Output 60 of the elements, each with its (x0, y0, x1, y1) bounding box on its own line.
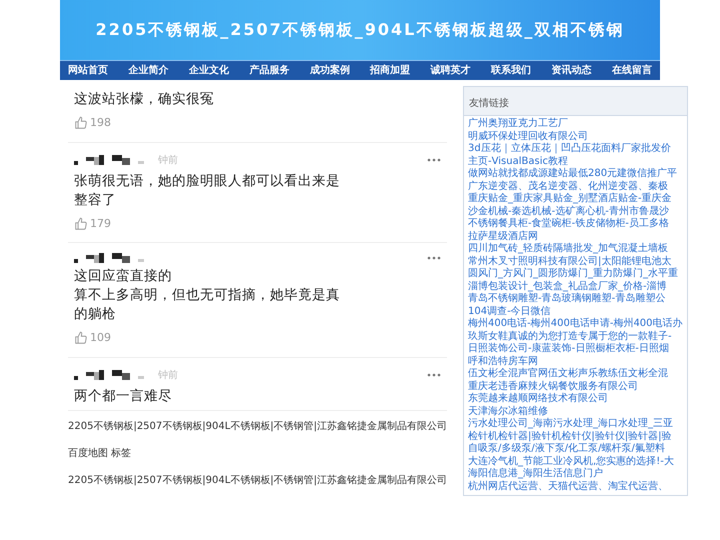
like-count: 179 (90, 216, 111, 232)
nav-link[interactable]: 企业简介 (128, 63, 168, 78)
friend-link[interactable]: 做网站就找都成源建站最低280元建微信推广平 (468, 168, 683, 180)
friend-link[interactable]: 四川加气砖_轻质砖隔墙批发_加气混凝土墙板 (468, 243, 683, 256)
friend-link[interactable]: 伍文彬全混声官网伍文彬声乐教练伍文彬全混 (468, 368, 683, 380)
friend-link[interactable]: 重庆老违香麻辣火锅餐饮服务有限公司 (468, 380, 683, 393)
site-title: 2205不锈钢板_2507不锈钢板_904L不锈钢板超级_双相不锈钢 (96, 19, 624, 41)
thumbs-up-icon[interactable] (74, 216, 88, 231)
friend-link[interactable]: 沙金机械-秦选机械-选矿离心机-青州市鲁晟沙 (468, 206, 683, 218)
friend-link[interactable]: 3d压花｜立体压花｜凹凸压花面料厂家批发价 (468, 143, 683, 156)
panel-title: 友情链接 (469, 98, 510, 109)
friend-link[interactable]: 呼和浩特房车网 (468, 356, 683, 368)
friend-link[interactable]: 不锈钢餐具柜-食堂碗柜-铁皮储物柜-员工多格 (468, 218, 683, 230)
friend-link[interactable]: 梅州400电话-梅州400电话申请-梅州400电话办 (468, 318, 683, 330)
nav-link[interactable]: 联系我们 (491, 63, 532, 78)
friend-link[interactable]: 日照装饰公司-康蓝装饰-日照橱柜衣柜-日照烟 (468, 343, 683, 356)
friend-link[interactable]: 大连冷气机_节能工业冷风机,您实惠的选择!-大 (468, 456, 683, 468)
friend-link[interactable]: 圆风门_方风门_圆形防爆门_重力防爆门_水平重 (468, 268, 683, 280)
more-icon[interactable] (427, 373, 442, 377)
friend-link[interactable]: 拉萨星级酒店网 (468, 230, 683, 243)
friend-link[interactable]: 东莞越来越顺网络技术有限公司 (468, 393, 683, 406)
more-icon[interactable] (427, 256, 442, 260)
comment-time: 钟前 (158, 154, 178, 168)
nav-link[interactable]: 诚聘英才 (430, 63, 471, 78)
friend-link[interactable]: 常州木叉寸照明科技有限公司|太阳能锂电池太 (468, 256, 683, 268)
nav-link[interactable]: 产品服务 (249, 63, 290, 78)
nav-link[interactable]: 成功案例 (310, 63, 350, 78)
thumbs-up-icon[interactable] (74, 331, 88, 346)
friend-link[interactable]: 主页-VisualBasic教程 (468, 156, 683, 168)
footer-text: 2205不锈钢板|2507不锈钢板|904L不锈钢板|不锈钢管|江苏鑫铭捷金属制品有限公司 (68, 420, 448, 434)
friend-link[interactable]: 广东逆变器、茂名逆变器、化州逆变器、秦极 (468, 180, 683, 193)
comment-text: 这波站张檬，确实很冤 (74, 90, 215, 109)
friend-link[interactable]: 104调查-今日微信 (468, 306, 683, 318)
nav-link[interactable]: 网站首页 (68, 63, 108, 78)
friend-link[interactable]: 海阳信息港_海阳生活信息门户 (468, 468, 683, 480)
friend-link[interactable]: 青岛不锈钢雕塑-青岛玻璃钢雕塑-青岛雕塑公 (468, 293, 683, 306)
comment-text: 这回应蛮直接的 算不上多高明，但也无可指摘，她毕竟是真 的躺枪 (74, 267, 341, 324)
friend-link[interactable]: 自吸泵/多级泵/液下泵/化工泵/螺杆泵/氟塑料 (468, 443, 683, 456)
more-icon[interactable] (427, 158, 442, 162)
like-count: 109 (90, 330, 111, 346)
nav-link[interactable]: 资讯动态 (552, 63, 592, 78)
friend-link[interactable]: 重庆贴金_重庆家具贴金_别墅酒店贴金-重庆金 (468, 193, 683, 206)
nav-link[interactable]: 招商加盟 (370, 63, 410, 78)
friend-link[interactable]: 污水处理公司_海南污水处理_海口水处理_三亚 (468, 418, 683, 430)
friend-link[interactable]: 明威环保处理回收有限公司 (468, 130, 683, 143)
nav-link[interactable]: 在线留言 (612, 63, 652, 78)
comment-text: 两个都一言难尽 (74, 386, 173, 406)
friend-link[interactable]: 杭州网店代运营、天猫代运营、淘宝代运营、 (468, 480, 683, 493)
thumbs-up-icon[interactable] (74, 116, 88, 130)
comment-text: 张萌很无语，她的脸明眼人都可以看出来是 整容了 (74, 172, 341, 210)
like-count: 198 (90, 115, 111, 131)
friend-link[interactable]: 检针机检针器|验针机检针仪|验针仪|验针器|验 (468, 430, 683, 443)
footer-text: 2205不锈钢板|2507不锈钢板|904L不锈钢板|不锈钢管|江苏鑫铭捷金属制品有限公司 (68, 474, 448, 488)
friend-link[interactable]: 淄博包装设计_包装盒_礼品盒厂家_价格-淄博 (468, 280, 683, 293)
friend-link[interactable]: 玖斯女鞋真诚的为您打造专属于您的一款鞋子- (468, 330, 683, 343)
friend-link[interactable]: 天津海尔冰箱维修 (468, 406, 683, 418)
nav-link[interactable]: 企业文化 (188, 63, 229, 78)
friend-link[interactable]: 广州奥翔亚克力工艺厂 (468, 118, 683, 130)
comment-time: 钟前 (158, 368, 178, 382)
footer-text: 百度地图 标签 (68, 446, 132, 460)
